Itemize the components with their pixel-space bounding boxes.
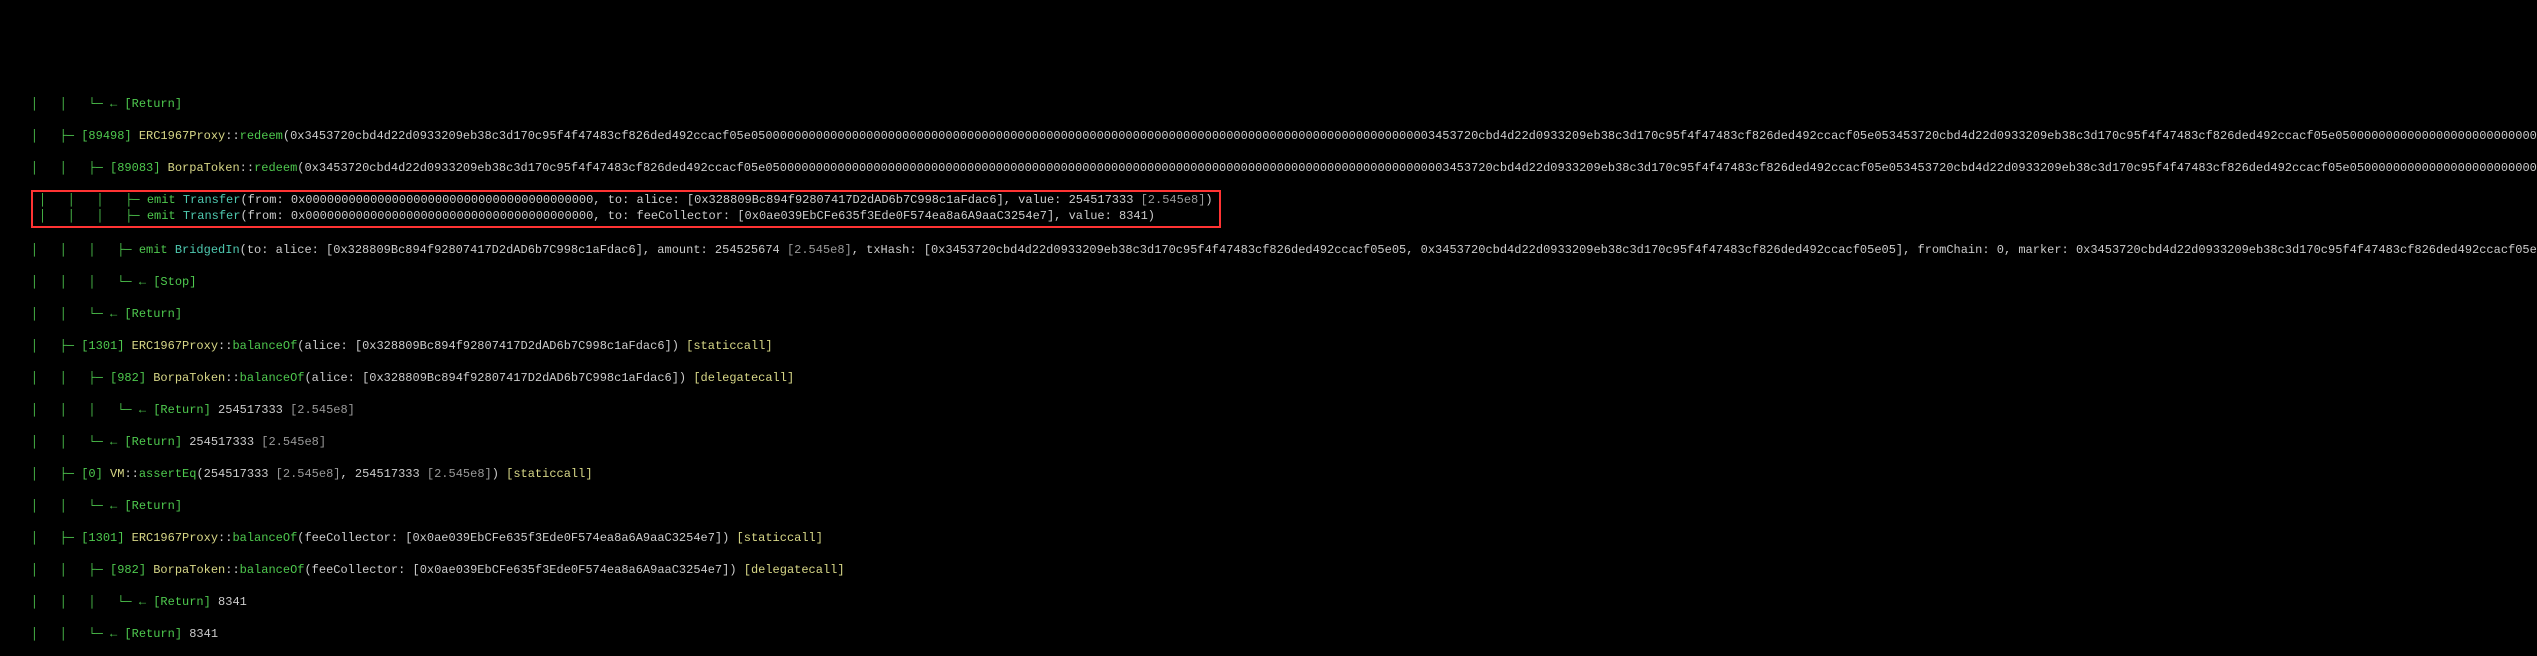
args: (0x3453720cbd4d22d0933209eb38c3d170c95f4… <box>297 161 2537 175</box>
sci-notation: [2.545e8] <box>1141 193 1206 207</box>
trace-line: │ │ ├─ [982] <box>2 371 153 385</box>
event-args: (from: 0x0000000000000000000000000000000… <box>240 209 1155 223</box>
trace-line: │ ├─ [89498] <box>2 129 139 143</box>
trace-line: │ │ │ ├─ emit <box>2 243 175 257</box>
paren: ) <box>492 467 506 481</box>
args: (0x3453720cbd4d22d0933209eb38c3d170c95f4… <box>283 129 2537 143</box>
highlight-box: │ │ │ ├─ emit Transfer(from: 0x000000000… <box>31 190 1221 228</box>
contract-name: VM <box>110 467 124 481</box>
sep: :: <box>225 129 239 143</box>
value: 8341 <box>189 627 218 641</box>
sci-notation: [2.545e8] <box>261 435 326 449</box>
event-name: Transfer <box>183 209 241 223</box>
event-args: (to: alice: [0x328809Bc894f92807417D2dAD… <box>240 243 787 257</box>
sep: :: <box>124 467 138 481</box>
call-kind: [delegatecall] <box>744 563 845 577</box>
trace-line: │ │ ├─ [982] <box>2 563 153 577</box>
trace-line: │ │ └─ ← [Return] <box>2 97 182 111</box>
contract-name: ERC1967Proxy <box>132 339 218 353</box>
fn-name: balanceOf <box>232 339 297 353</box>
trace-line: │ │ │ └─ ← [Return] <box>2 403 218 417</box>
trace-line: │ │ │ └─ ← [Return] <box>2 595 218 609</box>
fn-name: balanceOf <box>232 531 297 545</box>
contract-name: BorpaToken <box>153 563 225 577</box>
value: 254517333 <box>189 435 261 449</box>
trace-line: │ │ ├─ [89083] <box>2 161 168 175</box>
value: 254517333 <box>218 403 290 417</box>
args: , 254517333 <box>340 467 426 481</box>
sci-notation: [2.545e8] <box>290 403 355 417</box>
value: 8341 <box>218 595 247 609</box>
trace-line: │ │ └─ ← [Return] <box>2 627 189 641</box>
args: (alice: [0x328809Bc894f92807417D2dAD6b7C… <box>297 339 686 353</box>
sep: :: <box>218 339 232 353</box>
fn-name: balanceOf <box>240 563 305 577</box>
event-args: (from: 0x0000000000000000000000000000000… <box>240 193 1140 207</box>
paren: ) <box>1205 193 1212 207</box>
sep: :: <box>218 531 232 545</box>
contract-name: BorpaToken <box>168 161 240 175</box>
call-kind: [delegatecall] <box>693 371 794 385</box>
args: (feeCollector: [0x0ae039EbCFe635f3Ede0F5… <box>297 531 736 545</box>
trace-line: │ │ │ ├─ emit <box>39 209 183 223</box>
contract-name: BorpaToken <box>153 371 225 385</box>
trace-line: │ │ │ └─ ← [Stop] <box>2 275 196 289</box>
call-kind: [staticcall] <box>737 531 823 545</box>
sep: :: <box>240 161 254 175</box>
args: (254517333 <box>196 467 275 481</box>
trace-line: │ │ │ ├─ emit <box>39 193 183 207</box>
trace-line: │ ├─ [1301] <box>2 339 132 353</box>
trace-line: │ │ └─ ← [Return] <box>2 499 182 513</box>
event-args: , txHash: [0x3453720cbd4d22d0933209eb38c… <box>852 243 2537 257</box>
trace-line: │ │ └─ ← [Return] <box>2 307 182 321</box>
args: (feeCollector: [0x0ae039EbCFe635f3Ede0F5… <box>304 563 743 577</box>
trace-line: │ │ └─ ← [Return] <box>2 435 189 449</box>
fn-name: assertEq <box>139 467 197 481</box>
sep: :: <box>225 563 239 577</box>
fn-name: redeem <box>240 129 283 143</box>
event-name: BridgedIn <box>175 243 240 257</box>
trace-line: │ ├─ [1301] <box>2 531 132 545</box>
event-name: Transfer <box>183 193 241 207</box>
fn-name: balanceOf <box>240 371 305 385</box>
sci-notation: [2.545e8] <box>427 467 492 481</box>
contract-name: ERC1967Proxy <box>132 531 218 545</box>
call-kind: [staticcall] <box>686 339 772 353</box>
call-kind: [staticcall] <box>506 467 592 481</box>
contract-name: ERC1967Proxy <box>139 129 225 143</box>
args: (alice: [0x328809Bc894f92807417D2dAD6b7C… <box>304 371 693 385</box>
fn-name: redeem <box>254 161 297 175</box>
sci-notation: [2.545e8] <box>787 243 852 257</box>
trace-line: │ ├─ [0] <box>2 467 110 481</box>
sci-notation: [2.545e8] <box>276 467 341 481</box>
sep: :: <box>225 371 239 385</box>
